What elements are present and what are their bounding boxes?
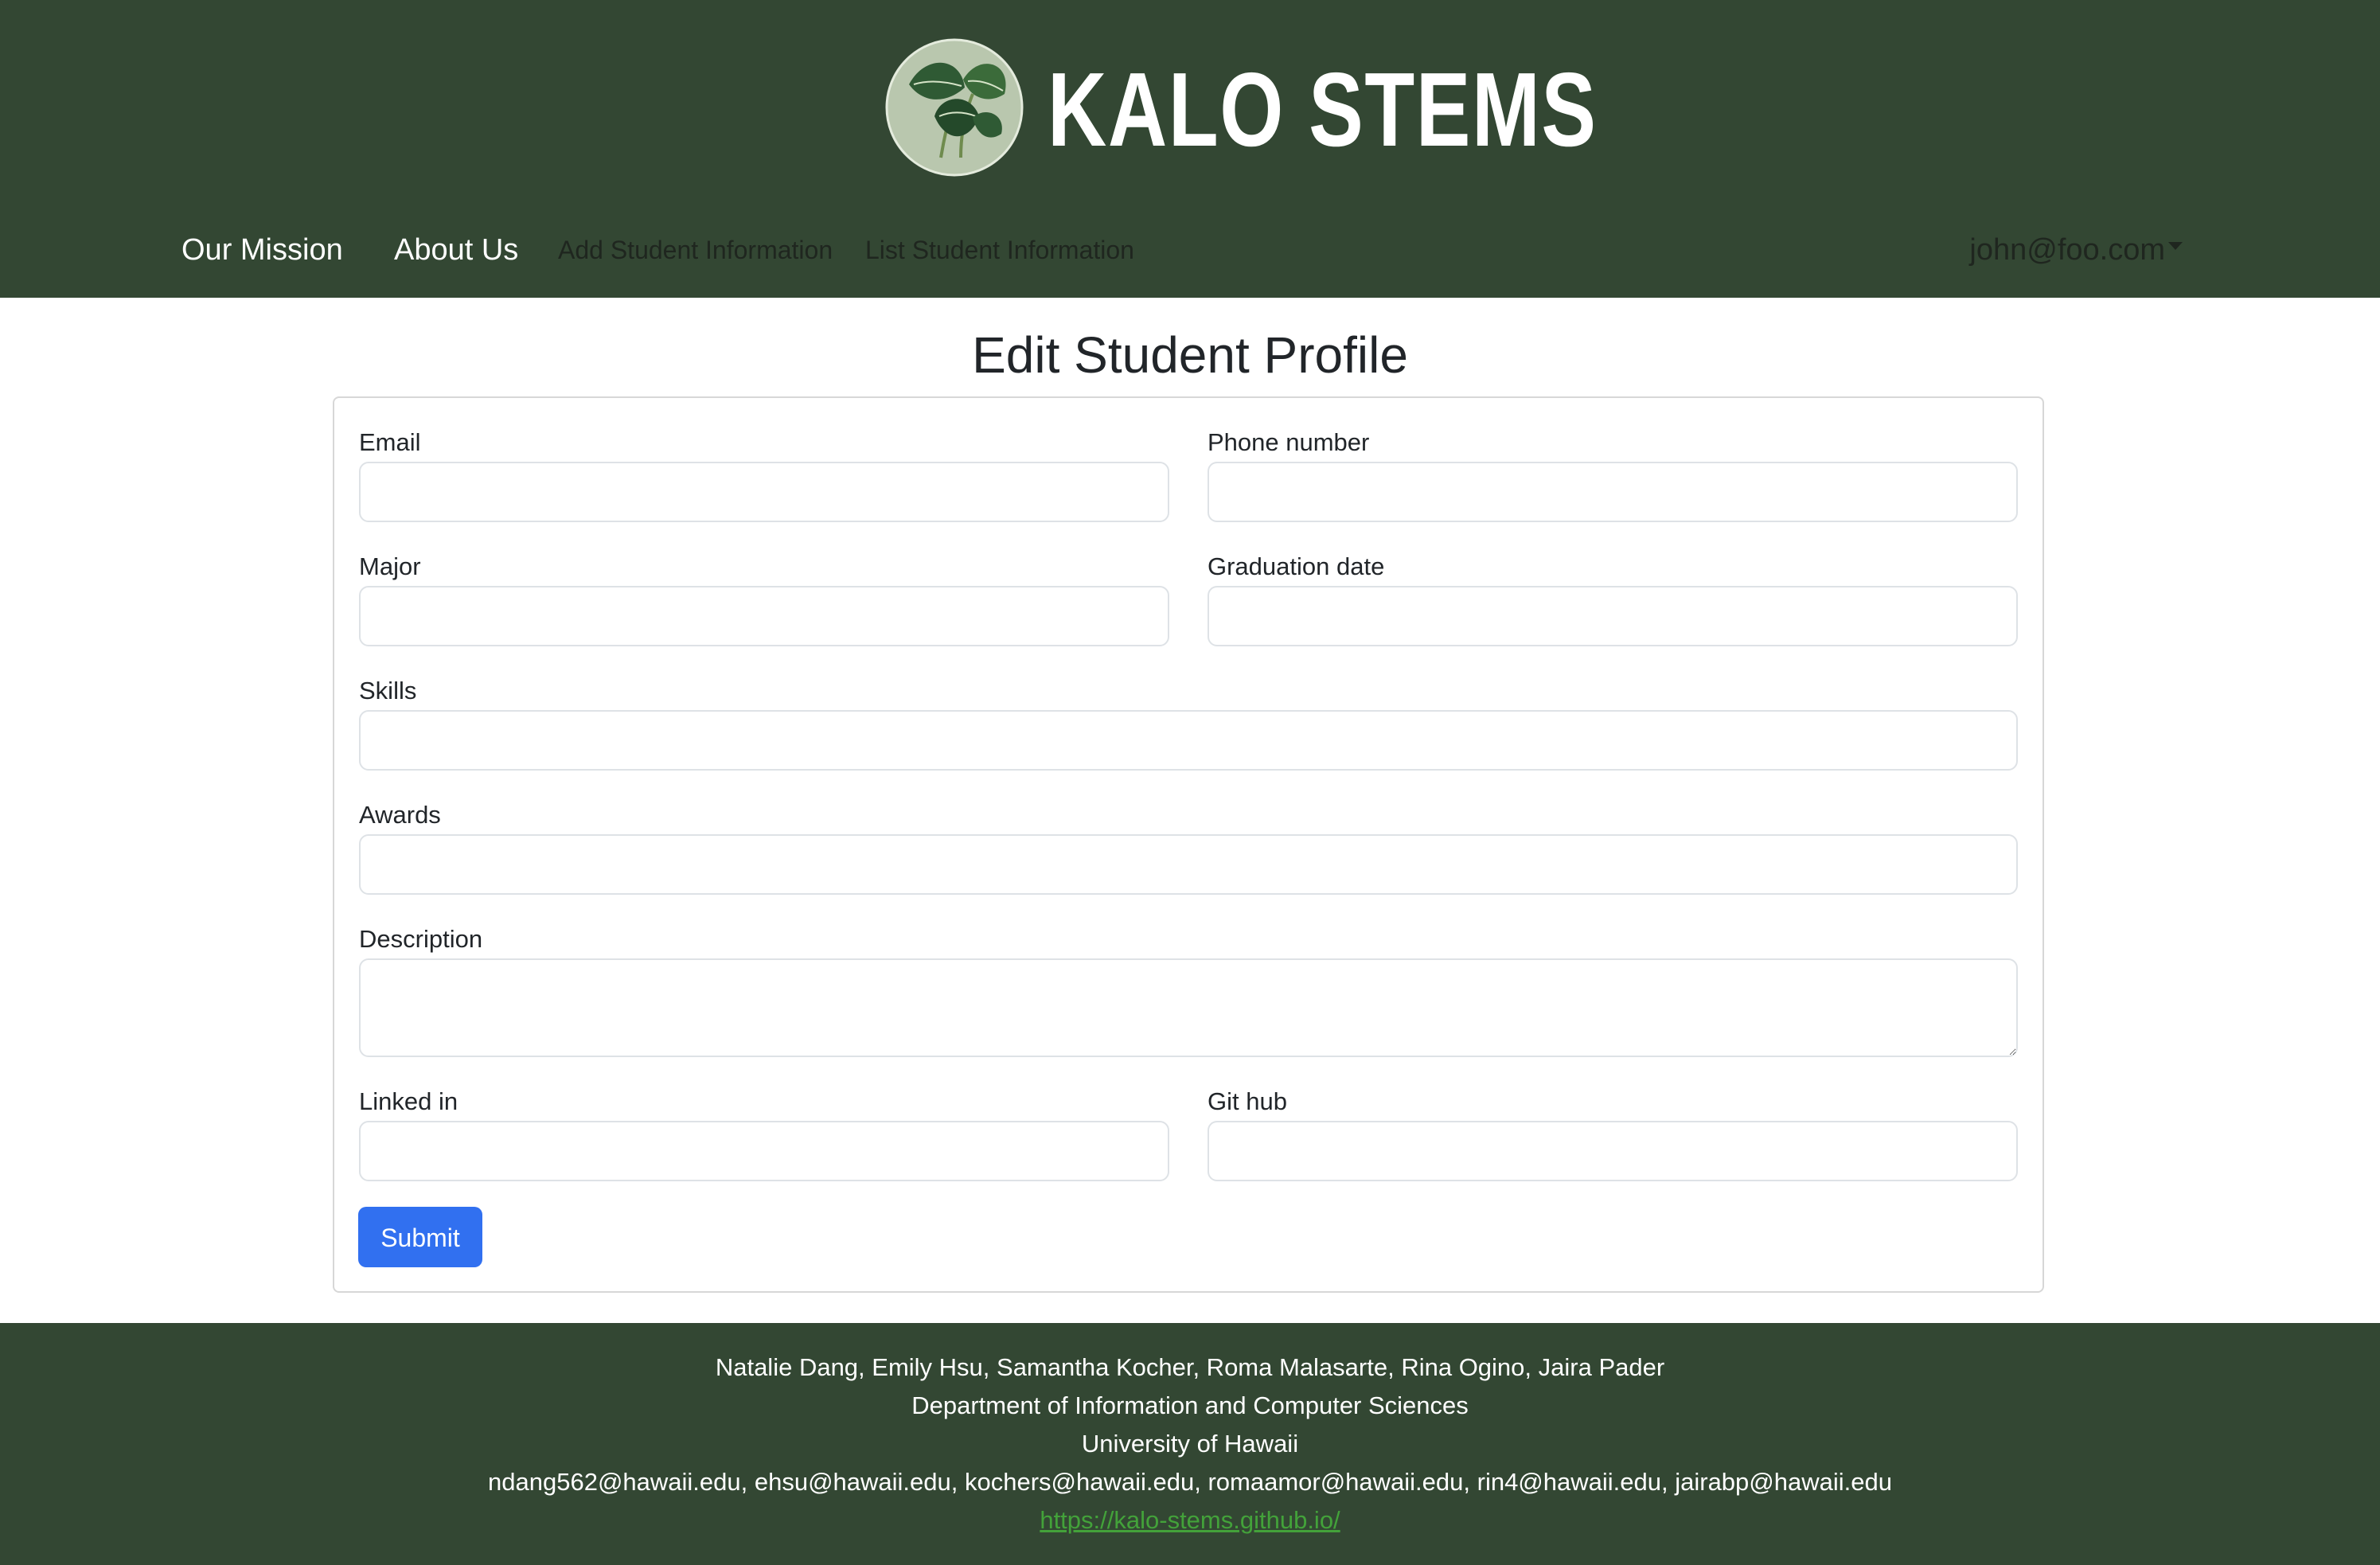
phone-number-label: Phone number xyxy=(1208,428,1370,456)
caret-down-icon xyxy=(2168,241,2183,250)
awards-input[interactable] xyxy=(359,834,2018,895)
footer-website-link[interactable]: https://kalo-stems.github.io/ xyxy=(1040,1506,1340,1534)
page-title: Edit Student Profile xyxy=(972,326,1408,384)
nav-our-mission[interactable]: Our Mission xyxy=(181,226,343,274)
description-label: Description xyxy=(359,925,483,953)
phone-number-input[interactable] xyxy=(1208,462,2018,522)
github-input[interactable] xyxy=(1208,1121,2018,1181)
taro-leaf-logo-icon[interactable] xyxy=(885,38,1024,177)
linkedin-input[interactable] xyxy=(359,1121,1169,1181)
graduation-date-input[interactable] xyxy=(1208,586,2018,646)
user-dropdown[interactable]: john@foo.com xyxy=(1969,226,2183,274)
footer-university: University of Hawaii xyxy=(1081,1430,1299,1458)
footer-department: Department of Information and Computer S… xyxy=(911,1391,1469,1419)
submit-button[interactable]: Submit xyxy=(358,1207,482,1267)
skills-input[interactable] xyxy=(359,710,2018,771)
description-textarea[interactable] xyxy=(359,958,2018,1057)
linkedin-label: Linked in xyxy=(359,1087,458,1115)
footer-names: Natalie Dang, Emily Hsu, Samantha Kocher… xyxy=(715,1353,1665,1381)
nav-add-student-information[interactable]: Add Student Information xyxy=(558,226,833,274)
nav-about-us[interactable]: About Us xyxy=(394,226,518,274)
graduation-date-label: Graduation date xyxy=(1208,552,1385,580)
major-label: Major xyxy=(359,552,421,580)
nav-list-student-information[interactable]: List Student Information xyxy=(865,226,1134,274)
major-input[interactable] xyxy=(359,586,1169,646)
footer-link-row: https://kalo-stems.github.io/ xyxy=(0,1503,2380,1538)
github-label: Git hub xyxy=(1208,1087,1287,1115)
awards-label: Awards xyxy=(359,801,441,829)
site-header: KALO STEMS Our Mission About Us Add Stud… xyxy=(0,0,2380,298)
user-email: john@foo.com xyxy=(1969,233,2165,267)
footer-emails: ndang562@hawaii.edu, ehsu@hawaii.edu, ko… xyxy=(488,1468,1892,1496)
email-label: Email xyxy=(359,428,421,456)
site-footer: Natalie Dang, Emily Hsu, Samantha Kocher… xyxy=(0,1323,2380,1565)
skills-label: Skills xyxy=(359,677,417,704)
brand-title[interactable]: KALO STEMS xyxy=(1048,46,1598,174)
email-input[interactable] xyxy=(359,462,1169,522)
